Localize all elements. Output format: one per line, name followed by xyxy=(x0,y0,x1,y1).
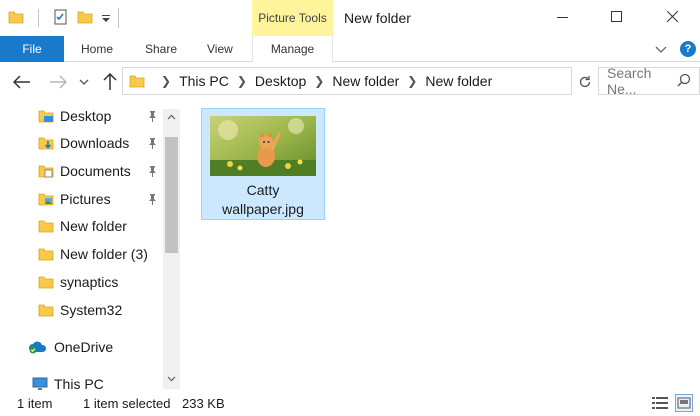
nav-item-label: Downloads xyxy=(60,135,130,151)
scroll-down-icon[interactable] xyxy=(163,371,180,387)
selection-size: 233 KB xyxy=(182,396,225,411)
pin-icon[interactable] xyxy=(146,137,158,149)
forward-button[interactable] xyxy=(48,72,68,92)
file-name-line2: wallpaper.jpg xyxy=(222,201,304,217)
help-icon[interactable]: ? xyxy=(680,41,696,57)
title-separator xyxy=(118,8,119,28)
breadcrumb-new-folder[interactable]: New folder xyxy=(332,73,399,89)
search-input[interactable]: Search Ne... xyxy=(607,65,677,97)
nav-item-label: Documents xyxy=(60,163,131,179)
folder-icon xyxy=(8,9,24,28)
pictures-folder-icon xyxy=(38,191,54,207)
tab-home[interactable]: Home xyxy=(81,36,113,62)
picture-tools-label: Picture Tools xyxy=(252,0,333,36)
pin-icon[interactable] xyxy=(146,165,158,177)
qat-separator xyxy=(38,9,39,27)
folder-icon xyxy=(38,246,54,262)
tab-share[interactable]: Share xyxy=(145,36,177,62)
folder-icon xyxy=(38,274,54,290)
onedrive-cloud-icon xyxy=(28,339,48,355)
navigation-pane: Desktop Downloads Documents Pictures New… xyxy=(0,101,180,392)
nav-item-label: System32 xyxy=(60,302,123,318)
window-title: New folder xyxy=(344,10,411,26)
nav-item-new-folder[interactable]: New folder xyxy=(38,213,127,239)
maximize-icon xyxy=(611,10,623,26)
folder-icon xyxy=(38,302,54,318)
file-name-line1: Catty xyxy=(246,182,280,198)
tab-file[interactable]: File xyxy=(0,36,64,62)
file-name: Catty wallpaper.jpg xyxy=(202,181,324,219)
breadcrumb-separator-icon[interactable]: ❯ xyxy=(407,74,417,88)
item-count: 1 item xyxy=(17,396,53,411)
folder-icon xyxy=(38,218,54,234)
new-folder-icon[interactable] xyxy=(77,9,93,28)
title-bar: Picture Tools New folder xyxy=(0,0,700,36)
close-button[interactable] xyxy=(650,0,696,36)
large-icons-view-icon[interactable] xyxy=(675,394,693,412)
nav-item-synaptics[interactable]: synaptics xyxy=(38,269,118,295)
scroll-up-icon[interactable] xyxy=(163,109,180,125)
address-bar[interactable]: ❯ This PC ❯ Desktop ❯ New folder ❯ New f… xyxy=(122,67,572,95)
search-icon xyxy=(677,73,699,90)
nav-item-desktop[interactable]: Desktop xyxy=(38,103,111,129)
nav-item-label: Pictures xyxy=(60,191,111,207)
cat-image-thumbnail xyxy=(210,116,316,176)
breadcrumb-separator-icon[interactable]: ❯ xyxy=(161,74,171,88)
tab-view[interactable]: View xyxy=(207,36,233,62)
nav-item-label: New folder (3) xyxy=(60,246,148,262)
minimize-icon xyxy=(557,11,569,26)
address-divider xyxy=(572,67,574,95)
nav-item-downloads[interactable]: Downloads xyxy=(38,130,129,156)
pin-icon[interactable] xyxy=(146,193,158,205)
nav-item-documents[interactable]: Documents xyxy=(38,158,131,184)
maximize-button[interactable] xyxy=(594,0,640,36)
nav-item-label: synaptics xyxy=(60,274,119,290)
nav-item-label: Desktop xyxy=(60,108,112,124)
pin-icon[interactable] xyxy=(146,110,158,122)
folder-icon xyxy=(129,73,145,89)
nav-item-label: New folder xyxy=(60,218,127,234)
nav-item-pictures[interactable]: Pictures xyxy=(38,186,111,212)
quick-access-toolbar xyxy=(8,6,111,30)
nav-item-system32[interactable]: System32 xyxy=(38,297,122,323)
properties-icon[interactable] xyxy=(53,9,69,28)
status-bar: 1 item 1 item selected 233 KB xyxy=(0,390,700,416)
search-box[interactable]: Search Ne... xyxy=(598,65,700,97)
scroll-thumb[interactable] xyxy=(165,137,178,253)
file-list-view[interactable]: Catty wallpaper.jpg xyxy=(181,101,700,389)
nav-scrollbar[interactable] xyxy=(163,109,180,389)
recent-locations-chevron-icon[interactable] xyxy=(78,72,90,92)
breadcrumb-desktop[interactable]: Desktop xyxy=(255,73,306,89)
details-view-icon[interactable] xyxy=(651,394,669,412)
file-tile[interactable]: Catty wallpaper.jpg xyxy=(201,108,325,220)
nav-item-onedrive[interactable]: OneDrive xyxy=(28,334,113,360)
tab-manage[interactable]: Manage xyxy=(252,36,333,62)
breadcrumb-separator-icon[interactable]: ❯ xyxy=(237,74,247,88)
nav-item-label: OneDrive xyxy=(54,339,114,355)
desktop-folder-icon xyxy=(38,108,54,124)
breadcrumb-separator-icon[interactable]: ❯ xyxy=(314,74,324,88)
nav-item-new-folder-3[interactable]: New folder (3) xyxy=(38,241,148,267)
ribbon-tabs: File Home Share View Manage ? xyxy=(0,36,700,62)
refresh-icon[interactable] xyxy=(575,72,595,92)
expand-ribbon-icon[interactable] xyxy=(654,42,668,56)
back-button[interactable] xyxy=(12,72,32,92)
breadcrumb-this-pc[interactable]: This PC xyxy=(179,73,229,89)
documents-folder-icon xyxy=(38,163,54,179)
breadcrumb-current-folder[interactable]: New folder xyxy=(425,73,492,89)
minimize-button[interactable] xyxy=(540,0,586,36)
downloads-folder-icon xyxy=(38,135,54,151)
customize-qat-icon[interactable] xyxy=(101,9,111,28)
close-icon xyxy=(666,10,679,26)
selection-count: 1 item selected xyxy=(83,396,171,411)
address-row: ❯ This PC ❯ Desktop ❯ New folder ❯ New f… xyxy=(0,63,700,101)
up-button[interactable] xyxy=(100,72,120,92)
